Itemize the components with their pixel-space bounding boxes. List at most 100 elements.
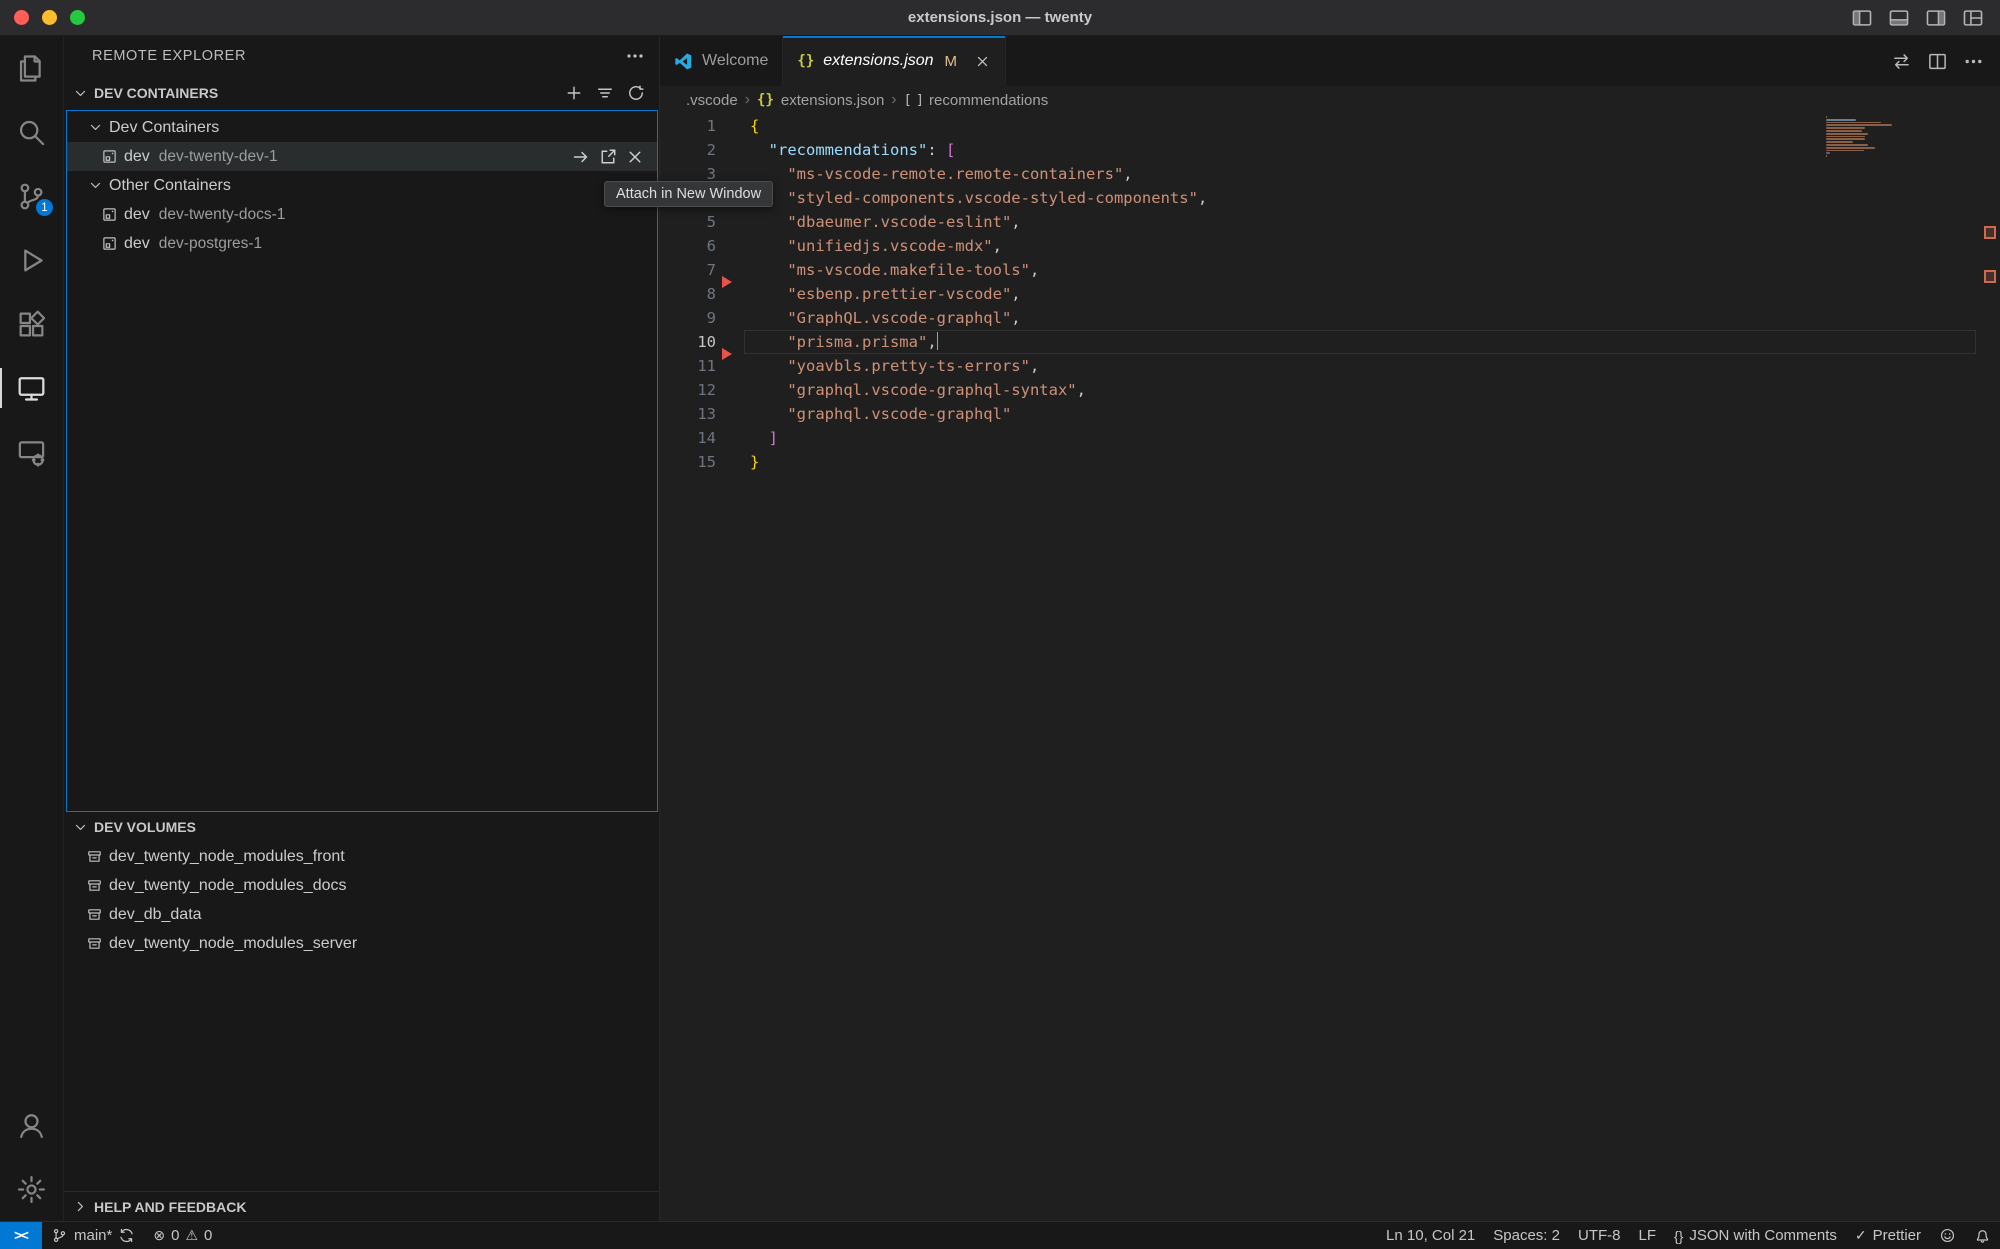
extensions-icon	[16, 309, 47, 340]
breadcrumb-separator: ›	[891, 91, 896, 109]
line-number: 5	[660, 210, 716, 234]
toggle-panel-icon[interactable]	[1888, 7, 1910, 29]
code-line[interactable]: 10 "prisma.prisma",	[660, 330, 2000, 354]
container-name: dev	[124, 148, 150, 166]
problems-status[interactable]: ⊗ 0 ⚠ 0	[144, 1222, 221, 1249]
section-help-and-feedback[interactable]: HELP AND FEEDBACK	[64, 1191, 659, 1221]
run-debug-icon	[16, 245, 47, 276]
language-mode[interactable]: {} JSON with Comments	[1665, 1222, 1846, 1249]
tab-label: extensions.json	[823, 52, 933, 70]
code-line[interactable]: 15}	[660, 450, 2000, 474]
container-row[interactable]: devdev-postgres-1	[67, 229, 657, 258]
activity-source-control[interactable]: 1	[0, 164, 63, 228]
code-line[interactable]: 2 "recommendations": [	[660, 138, 2000, 162]
zoom-button[interactable]	[70, 10, 85, 25]
braces-icon: {}	[1674, 1228, 1683, 1244]
volume-icon	[86, 935, 103, 952]
line-number: 12	[660, 378, 716, 402]
attach-container-button[interactable]	[571, 147, 591, 167]
encoding-status[interactable]: UTF-8	[1569, 1222, 1630, 1249]
remove-container-button[interactable]	[625, 147, 645, 167]
breadcrumb-symbol[interactable]: recommendations	[929, 92, 1048, 109]
close-button[interactable]	[14, 10, 29, 25]
section-dev-containers[interactable]: DEV CONTAINERS	[64, 76, 659, 110]
refresh-icon[interactable]	[626, 83, 646, 103]
check-icon: ✓	[1855, 1227, 1867, 1244]
volume-icon	[86, 906, 103, 923]
line-content: "graphql.vscode-graphql-syntax",	[744, 378, 1976, 402]
volume-row[interactable]: dev_twenty_node_modules_front	[64, 842, 659, 871]
remote-indicator[interactable]: ><	[0, 1222, 42, 1249]
eol-status[interactable]: LF	[1629, 1222, 1665, 1249]
container-row[interactable]: devdev-twenty-docs-1	[67, 200, 657, 229]
code-line[interactable]: 4 "styled-components.vscode-styled-compo…	[660, 186, 2000, 210]
code-line[interactable]: 6 "unifiedjs.vscode-mdx",	[660, 234, 2000, 258]
code-line[interactable]: 12 "graphql.vscode-graphql-syntax",	[660, 378, 2000, 402]
notifications-item[interactable]	[1965, 1222, 2000, 1249]
volume-row[interactable]: dev_twenty_node_modules_server	[64, 929, 659, 958]
code-line[interactable]: 8 "esbenp.prettier-vscode",	[660, 282, 2000, 306]
add-icon[interactable]	[564, 83, 584, 103]
code-line[interactable]: 9 "GraphQL.vscode-graphql",	[660, 306, 2000, 330]
container-row[interactable]: devdev-twenty-dev-1	[67, 142, 657, 171]
overview-ruler-mark	[1984, 226, 1996, 239]
sidebar: REMOTE EXPLORER DEV CONTAINERS Dev Conta…	[64, 36, 660, 1221]
warning-count: 0	[204, 1227, 212, 1244]
tab-extensions-json[interactable]: {} extensions.json M	[783, 36, 1006, 86]
activity-containers[interactable]	[0, 420, 63, 484]
activity-accounts[interactable]	[0, 1093, 63, 1157]
breadcrumb-file[interactable]: extensions.json	[781, 92, 884, 109]
vscode-logo-icon	[674, 52, 693, 71]
code-line[interactable]: 14 ]	[660, 426, 2000, 450]
code-line[interactable]: 7 "ms-vscode.makefile-tools",	[660, 258, 2000, 282]
activity-explorer[interactable]	[0, 36, 63, 100]
customize-layout-icon[interactable]	[1962, 7, 1984, 29]
breadcrumb-folder[interactable]: .vscode	[686, 92, 738, 109]
code-line[interactable]: 3 "ms-vscode-remote.remote-containers",	[660, 162, 2000, 186]
toggle-secondary-sidebar-icon[interactable]	[1925, 7, 1947, 29]
split-editor-icon[interactable]	[1927, 51, 1948, 72]
tree-group[interactable]: Dev Containers	[67, 113, 657, 142]
attach-new-window-button[interactable]	[598, 147, 618, 167]
window-controls	[0, 10, 85, 25]
code-line[interactable]: 11 "yoavbls.pretty-ts-errors",	[660, 354, 2000, 378]
minimap[interactable]	[1826, 116, 1896, 158]
filter-icon[interactable]	[595, 83, 615, 103]
section-dev-volumes[interactable]: DEV VOLUMES	[64, 812, 659, 842]
code-line[interactable]: 1{	[660, 114, 2000, 138]
volume-name: dev_twenty_node_modules_server	[109, 935, 357, 953]
volume-row[interactable]: dev_db_data	[64, 900, 659, 929]
indentation-status[interactable]: Spaces: 2	[1484, 1222, 1569, 1249]
tab-welcome[interactable]: Welcome	[660, 36, 783, 86]
branch-status[interactable]: main*	[42, 1222, 144, 1249]
line-number: 10	[660, 330, 716, 354]
volume-name: dev_db_data	[109, 906, 202, 924]
toggle-sidebar-icon[interactable]	[1851, 7, 1873, 29]
activity-extensions[interactable]	[0, 292, 63, 356]
close-icon[interactable]	[974, 53, 991, 70]
tree-group[interactable]: Other Containers	[67, 171, 657, 200]
more-actions-icon[interactable]	[1963, 51, 1984, 72]
line-content: ]	[744, 426, 1976, 450]
volume-row[interactable]: dev_twenty_node_modules_docs	[64, 871, 659, 900]
activity-bar: 1	[0, 36, 64, 1221]
activity-run-debug[interactable]	[0, 228, 63, 292]
minimize-button[interactable]	[42, 10, 57, 25]
activity-settings[interactable]	[0, 1157, 63, 1221]
code-line[interactable]: 13 "graphql.vscode-graphql"	[660, 402, 2000, 426]
error-icon: ⊗	[153, 1227, 165, 1244]
editor-area: Welcome {} extensions.json M .vscode › {…	[660, 36, 2000, 1221]
feedback-item[interactable]	[1930, 1222, 1965, 1249]
line-content: "graphql.vscode-graphql"	[744, 402, 1976, 426]
symbol-array-icon: [ ]	[904, 92, 922, 108]
line-number: 14	[660, 426, 716, 450]
activity-search[interactable]	[0, 100, 63, 164]
more-actions-icon[interactable]	[625, 46, 645, 66]
activity-remote-explorer[interactable]	[0, 356, 63, 420]
code-line[interactable]: 5 "dbaeumer.vscode-eslint",	[660, 210, 2000, 234]
cursor-position[interactable]: Ln 10, Col 21	[1377, 1222, 1484, 1249]
account-icon	[16, 1110, 47, 1141]
code-area[interactable]: 1{2 "recommendations": [3 "ms-vscode-rem…	[660, 114, 2000, 1221]
open-changes-icon[interactable]	[1891, 51, 1912, 72]
formatter-status[interactable]: ✓ Prettier	[1846, 1222, 1930, 1249]
